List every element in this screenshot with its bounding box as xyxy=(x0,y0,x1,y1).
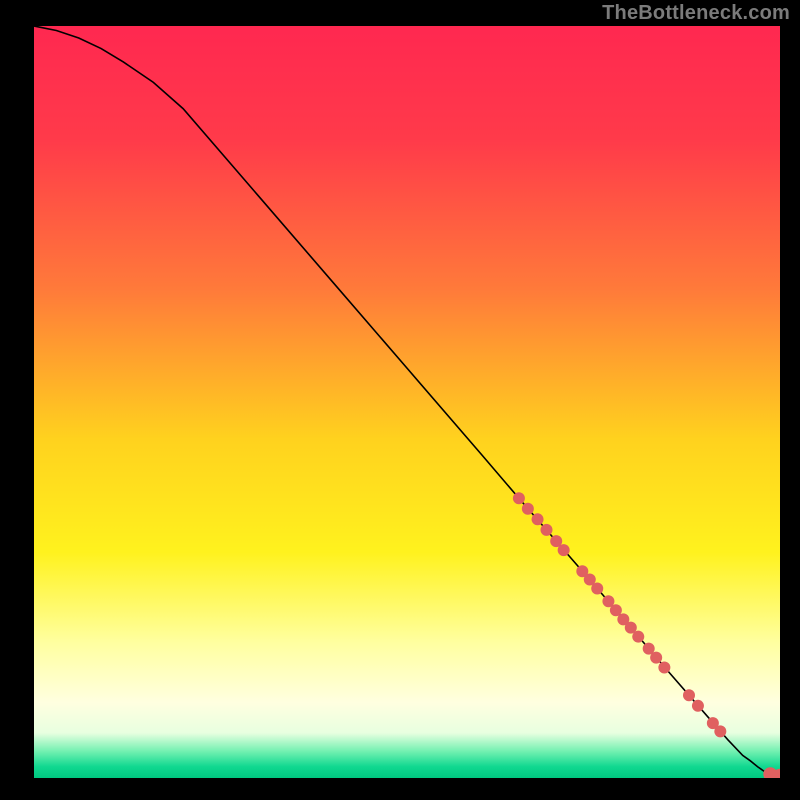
scatter-point xyxy=(714,725,726,737)
scatter-point xyxy=(683,689,695,701)
scatter-point xyxy=(558,544,570,556)
scatter-point xyxy=(513,492,525,504)
chart-stage: TheBottleneck.com xyxy=(0,0,800,800)
scatter-point xyxy=(591,583,603,595)
scatter-point xyxy=(632,631,644,643)
watermark-text: TheBottleneck.com xyxy=(602,2,790,25)
scatter-point xyxy=(532,513,544,525)
scatter-point xyxy=(658,661,670,673)
scatter-point xyxy=(541,524,553,536)
chart-svg xyxy=(34,26,780,778)
scatter-point xyxy=(522,503,534,515)
scatter-point xyxy=(692,700,704,712)
scatter-point xyxy=(650,652,662,664)
plot-area xyxy=(34,26,780,778)
